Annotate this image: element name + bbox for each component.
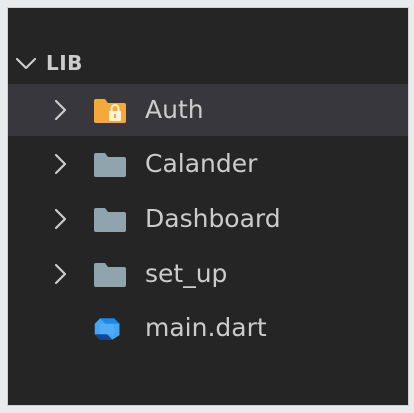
tree-item-auth[interactable]: Auth — [8, 84, 408, 136]
chevron-right-icon — [54, 153, 67, 175]
folder-icon — [94, 263, 126, 287]
tree-item-dashboard[interactable]: Dashboard — [8, 193, 408, 245]
section-header-lib[interactable]: LIB — [8, 48, 408, 78]
tree-item-set-up[interactable]: set_up — [8, 248, 408, 300]
tree-item-label: Calander — [145, 149, 258, 178]
chevron-right-icon — [54, 208, 67, 230]
chevron-right-icon — [54, 99, 67, 121]
folder-icon — [94, 153, 126, 177]
chevron-right-icon — [54, 263, 67, 285]
tree-item-calander[interactable]: Calander — [8, 138, 408, 190]
section-title: LIB — [46, 51, 83, 75]
tree-item-label: Auth — [145, 95, 204, 124]
chevron-down-icon — [15, 57, 37, 70]
dart-file-icon — [94, 318, 120, 340]
explorer-panel: LIB Auth Calander Dashboard set_up main.… — [8, 8, 408, 405]
tree-item-label: set_up — [145, 259, 228, 288]
folder-icon — [94, 208, 126, 232]
locked-folder-icon — [94, 99, 126, 123]
tree-item-label: Dashboard — [145, 204, 281, 233]
tree-item-main-dart[interactable]: main.dart — [8, 302, 408, 354]
tree-item-label: main.dart — [145, 313, 267, 342]
